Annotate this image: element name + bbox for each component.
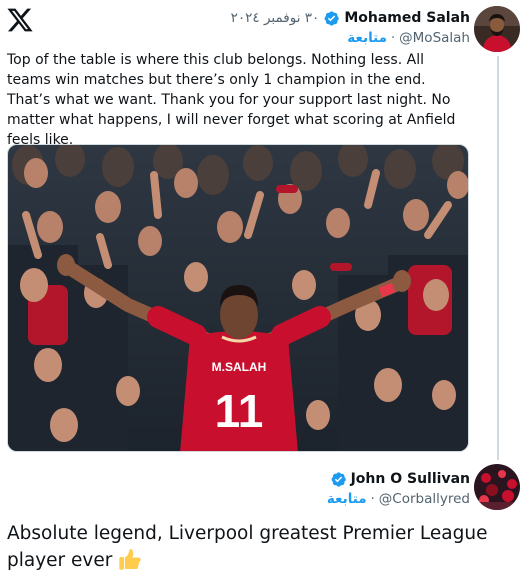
reply-author-avatar[interactable] — [474, 464, 520, 510]
separator-dot: · — [391, 30, 396, 46]
separator-dot: · — [370, 491, 375, 507]
reply-author-name[interactable]: John O Sullivan — [351, 471, 470, 487]
jersey-number: 11 — [215, 385, 264, 437]
reply-follow-button[interactable]: متابعة — [327, 491, 367, 507]
x-logo-icon[interactable] — [6, 6, 34, 34]
reply-text-content: Absolute legend, Liverpool greatest Prem… — [7, 523, 488, 571]
author-name[interactable]: Mohamed Salah — [344, 10, 470, 26]
follow-button[interactable]: متابعة — [347, 30, 387, 46]
reply-author-handle[interactable]: @Corballyred — [379, 491, 470, 507]
author-handle[interactable]: @MoSalah — [399, 30, 470, 46]
verified-badge-icon — [324, 10, 340, 26]
tweet-photo[interactable]: M.SALAH 11 — [7, 144, 469, 452]
tweet-date[interactable]: ٣٠ نوفمبر ٢٠٢٤ — [231, 10, 320, 26]
thumbs-up-emoji — [119, 549, 141, 570]
verified-badge-icon — [331, 471, 346, 487]
reply-text: Absolute legend, Liverpool greatest Prem… — [7, 521, 527, 574]
jersey-name: M.SALAH — [212, 360, 267, 374]
thread-line — [497, 56, 499, 460]
author-avatar[interactable] — [474, 6, 520, 52]
reply-author-header: John O Sullivan @Corballyred · متابعة — [327, 469, 470, 509]
author-header: Mohamed Salah ٣٠ نوفمبر ٢٠٢٤ @MoSalah · … — [231, 8, 470, 48]
quoted-tweet[interactable]: Mohamed Salah ٣٠ نوفمبر ٢٠٢٤ @MoSalah · … — [0, 0, 531, 460]
tweet-text: Top of the table is where this club belo… — [7, 52, 456, 148]
